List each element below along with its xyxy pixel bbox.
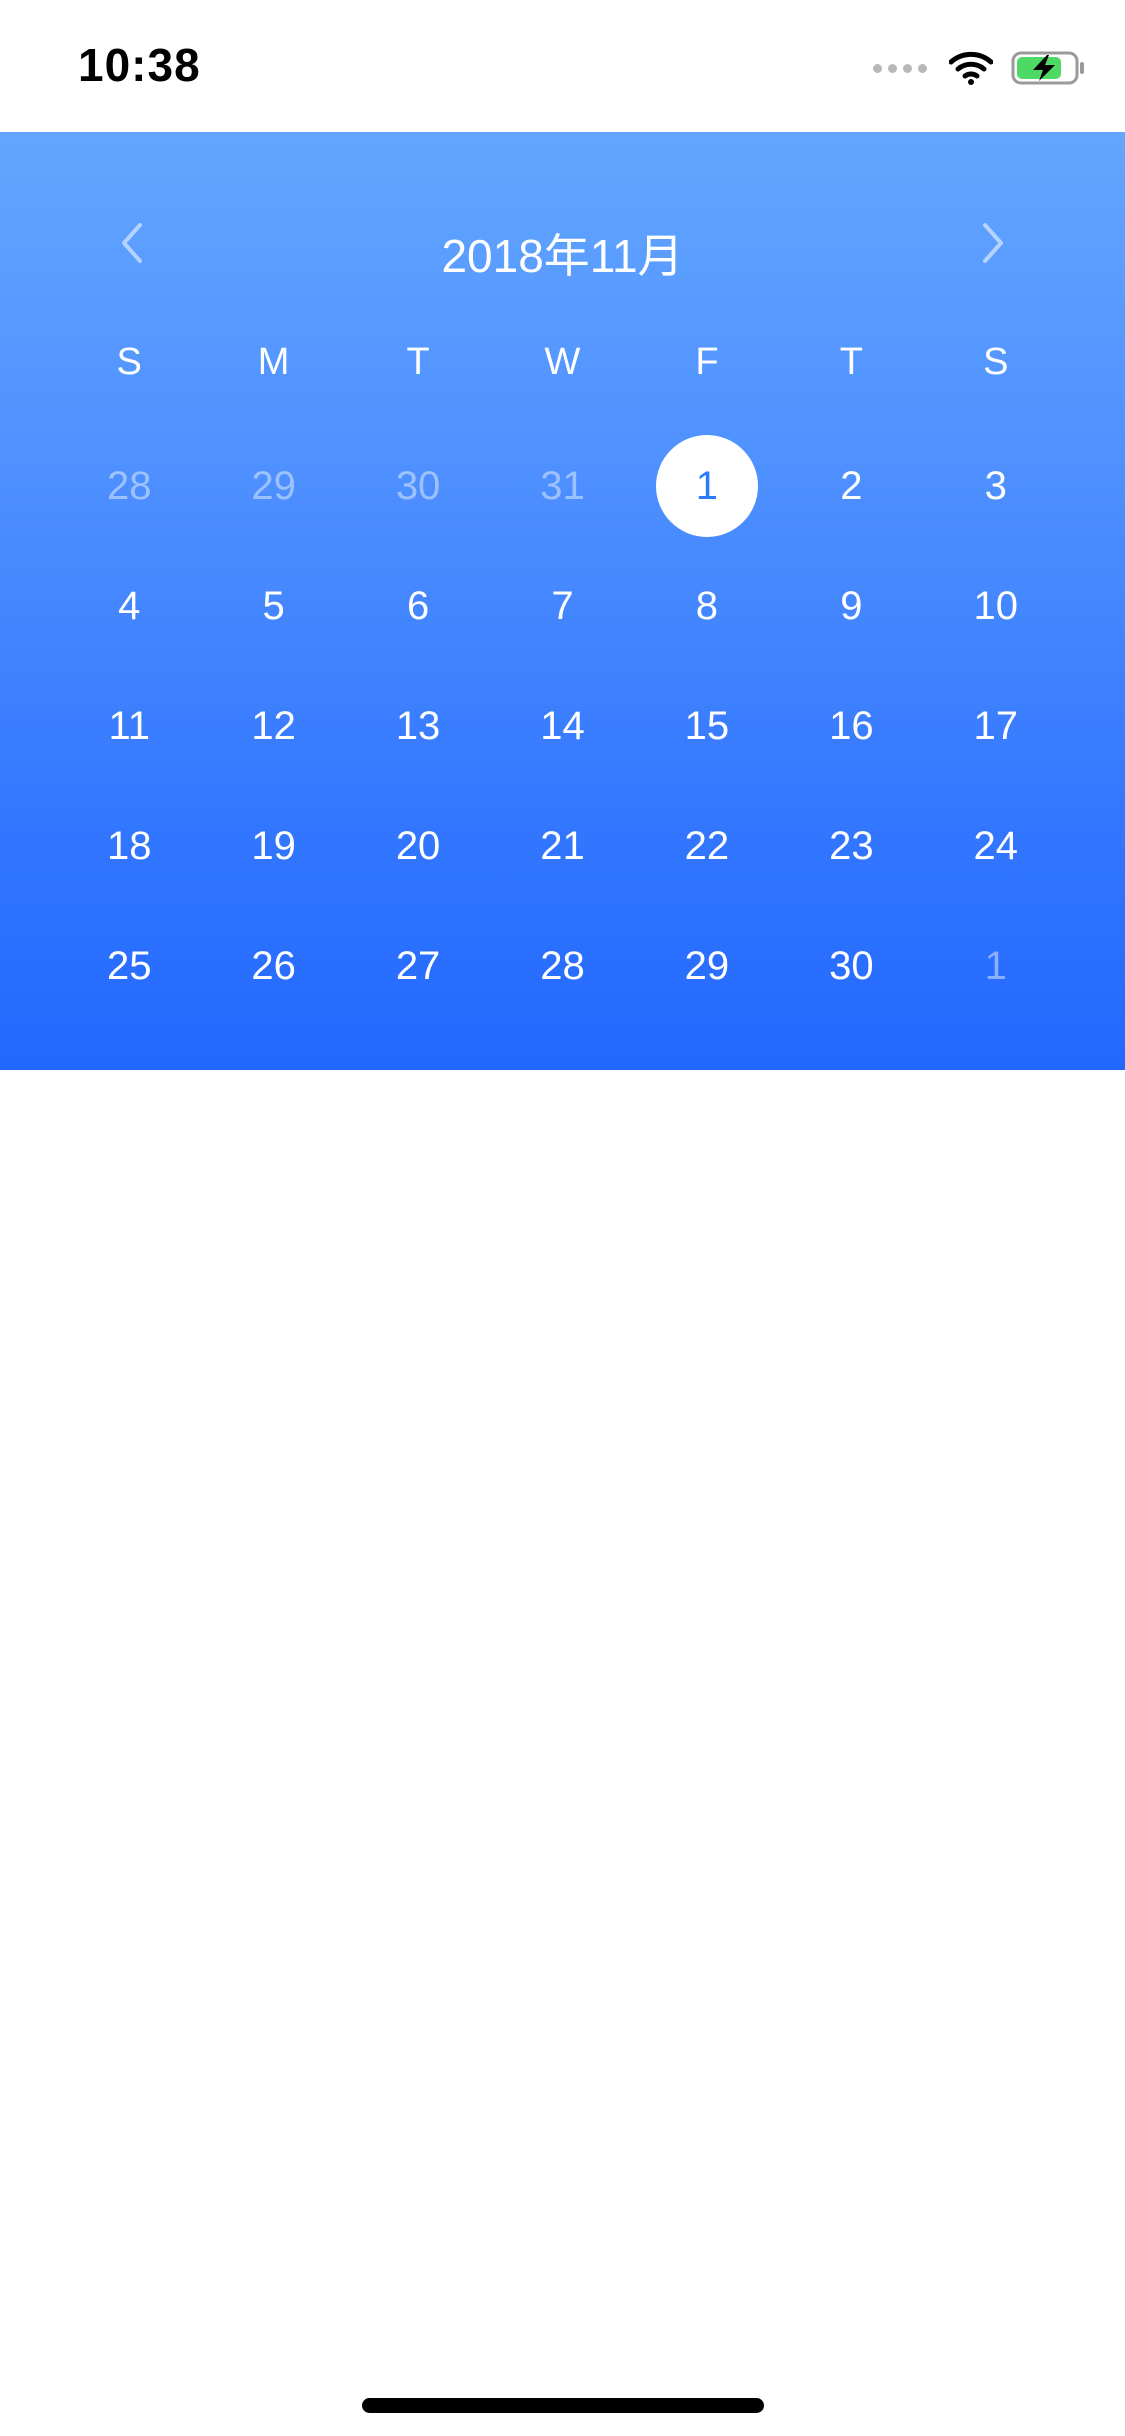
day-number: 19 bbox=[251, 823, 296, 868]
day-number: 23 bbox=[829, 823, 874, 868]
day-number: 30 bbox=[829, 943, 874, 988]
week-row-2: 4 5 6 7 8 9 10 bbox=[57, 546, 1068, 666]
day-cell[interactable]: 14 bbox=[490, 666, 634, 786]
day-cell[interactable]: 3 bbox=[924, 426, 1068, 546]
weekday-label: S bbox=[116, 341, 142, 383]
day-cell[interactable]: 12 bbox=[201, 666, 345, 786]
calendar-panel: 2018年11月 S M T W F T S 28 29 30 31 1 2 3… bbox=[0, 132, 1125, 1070]
day-cell[interactable]: 28 bbox=[57, 426, 201, 546]
day-number: 1 bbox=[984, 943, 1007, 988]
day-number: 3 bbox=[984, 463, 1007, 508]
day-number: 25 bbox=[106, 943, 152, 988]
day-number: 14 bbox=[540, 703, 585, 748]
day-number: 2 bbox=[840, 463, 863, 508]
day-number: 22 bbox=[684, 823, 730, 868]
week-row-3: 11 12 13 14 15 16 17 bbox=[57, 666, 1068, 786]
chevron-right-icon bbox=[983, 223, 1003, 263]
day-number: 20 bbox=[395, 823, 441, 868]
day-cell[interactable]: 20 bbox=[346, 786, 490, 906]
day-cell[interactable]: 13 bbox=[346, 666, 490, 786]
day-cell[interactable]: 18 bbox=[57, 786, 201, 906]
week-row-4: 18 19 20 21 22 23 24 bbox=[57, 786, 1068, 906]
day-cell[interactable]: 7 bbox=[490, 546, 634, 666]
day-number: 29 bbox=[251, 463, 296, 508]
status-bar: 10:38 bbox=[0, 0, 1125, 132]
day-cell[interactable]: 6 bbox=[346, 546, 490, 666]
weekday-label: F bbox=[695, 341, 719, 383]
day-cell[interactable]: 11 bbox=[57, 666, 201, 786]
day-cell[interactable]: 9 bbox=[779, 546, 923, 666]
day-number: 30 bbox=[395, 463, 441, 508]
day-cell-selected[interactable]: 1 bbox=[635, 426, 779, 546]
day-number: 21 bbox=[540, 823, 585, 868]
day-cell[interactable]: 28 bbox=[490, 906, 634, 1026]
wifi-icon bbox=[949, 51, 993, 85]
day-number: 27 bbox=[395, 943, 441, 988]
battery-charging-icon bbox=[1011, 51, 1084, 85]
day-cell[interactable]: 4 bbox=[57, 546, 201, 666]
day-cell[interactable]: 29 bbox=[201, 426, 345, 546]
day-number: 28 bbox=[106, 463, 152, 508]
day-cell[interactable]: 30 bbox=[779, 906, 923, 1026]
day-number: 4 bbox=[118, 583, 141, 628]
day-cell[interactable]: 19 bbox=[201, 786, 345, 906]
weekday-label: W bbox=[544, 341, 581, 383]
day-cell[interactable]: 29 bbox=[635, 906, 779, 1026]
day-number: 17 bbox=[973, 703, 1019, 748]
day-number: 29 bbox=[684, 943, 730, 988]
day-cell[interactable]: 5 bbox=[201, 546, 345, 666]
day-cell[interactable]: 16 bbox=[779, 666, 923, 786]
day-cell[interactable]: 17 bbox=[924, 666, 1068, 786]
day-number: 10 bbox=[973, 583, 1019, 628]
day-number: 16 bbox=[829, 703, 874, 748]
day-cell[interactable]: 23 bbox=[779, 786, 923, 906]
weekday-label: T bbox=[406, 341, 430, 383]
calendar-header: 2018年11月 bbox=[0, 190, 1125, 300]
weekday-label: T bbox=[839, 341, 863, 383]
day-number: 9 bbox=[840, 583, 863, 628]
day-number: 7 bbox=[551, 583, 574, 628]
day-number: 18 bbox=[106, 823, 152, 868]
day-cell[interactable]: 30 bbox=[346, 426, 490, 546]
weekday-header-row: S M T W F T S bbox=[57, 332, 1068, 392]
home-indicator[interactable] bbox=[362, 2398, 764, 2413]
day-cell[interactable]: 21 bbox=[490, 786, 634, 906]
day-cell[interactable]: 1 bbox=[924, 906, 1068, 1026]
day-number: 13 bbox=[395, 703, 441, 748]
day-cell[interactable]: 24 bbox=[924, 786, 1068, 906]
day-number: 15 bbox=[684, 703, 730, 748]
day-cell[interactable]: 27 bbox=[346, 906, 490, 1026]
day-number: 31 bbox=[540, 463, 585, 508]
day-cell[interactable]: 10 bbox=[924, 546, 1068, 666]
status-icons bbox=[873, 48, 1085, 88]
weekday-label: M bbox=[257, 341, 290, 383]
day-number: 6 bbox=[406, 583, 430, 628]
next-month-button[interactable] bbox=[959, 208, 1029, 278]
day-number: 28 bbox=[540, 943, 585, 988]
day-cell[interactable]: 15 bbox=[635, 666, 779, 786]
week-row-1: 28 29 30 31 1 2 3 bbox=[57, 426, 1068, 546]
day-cell[interactable]: 2 bbox=[779, 426, 923, 546]
day-number: 11 bbox=[108, 703, 150, 748]
day-number: 1 bbox=[655, 435, 758, 537]
day-cell[interactable]: 22 bbox=[635, 786, 779, 906]
signal-dots-icon bbox=[873, 63, 927, 73]
day-number: 26 bbox=[251, 943, 296, 988]
weekday-label: S bbox=[983, 341, 1009, 383]
month-title: 2018年11月 bbox=[441, 230, 684, 282]
day-cell[interactable]: 8 bbox=[635, 546, 779, 666]
day-number: 12 bbox=[251, 703, 296, 748]
week-row-5: 25 26 27 28 29 30 1 bbox=[57, 906, 1068, 1026]
day-cell[interactable]: 25 bbox=[57, 906, 201, 1026]
day-number: 24 bbox=[973, 823, 1019, 868]
day-cell[interactable]: 26 bbox=[201, 906, 345, 1026]
day-cell[interactable]: 31 bbox=[490, 426, 634, 546]
day-number: 5 bbox=[262, 583, 285, 628]
day-number: 8 bbox=[695, 583, 719, 628]
status-time: 10:38 bbox=[78, 39, 201, 91]
